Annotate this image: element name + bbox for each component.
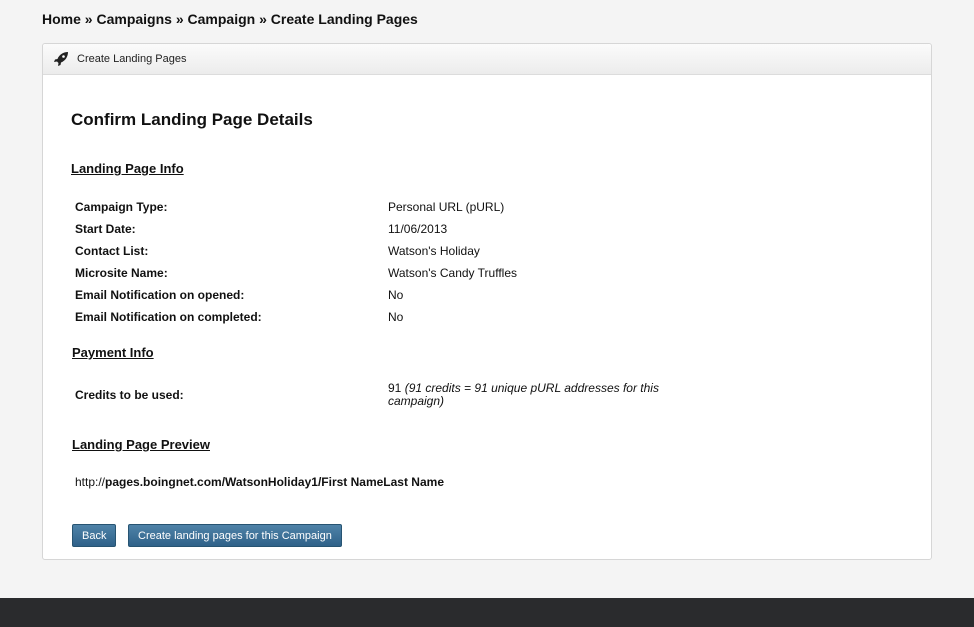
landing-page-info-title: Landing Page Info bbox=[71, 161, 184, 176]
breadcrumb-separator: » bbox=[80, 11, 97, 27]
info-value: No bbox=[388, 288, 404, 302]
rocket-icon bbox=[53, 51, 69, 67]
breadcrumb-separator: » bbox=[171, 11, 188, 27]
breadcrumb-current: Create Landing Pages bbox=[270, 11, 418, 27]
credits-note: (91 credits = 91 unique pURL addresses f… bbox=[388, 381, 659, 408]
info-label: Email Notification on opened: bbox=[75, 288, 245, 302]
create-landing-pages-button[interactable]: Create landing pages for this Campaign bbox=[128, 524, 342, 547]
preview-url-path: pages.boingnet.com/WatsonHoliday1/First … bbox=[105, 475, 444, 489]
page-footer bbox=[0, 598, 974, 627]
panel-header-title: Create Landing Pages bbox=[77, 53, 187, 65]
info-label: Email Notification on completed: bbox=[75, 310, 262, 324]
info-value: No bbox=[388, 310, 404, 324]
breadcrumb: Home » Campaigns » Campaign » Create Lan… bbox=[42, 11, 418, 27]
breadcrumb-campaigns[interactable]: Campaigns bbox=[96, 11, 171, 27]
info-value: Personal URL (pURL) bbox=[388, 200, 505, 214]
breadcrumb-home[interactable]: Home bbox=[42, 11, 81, 27]
credits-label: Credits to be used: bbox=[75, 388, 184, 402]
info-label: Contact List: bbox=[75, 244, 149, 258]
breadcrumb-separator: » bbox=[255, 11, 271, 27]
info-value: Watson's Candy Truffles bbox=[388, 266, 518, 280]
breadcrumb-campaign[interactable]: Campaign bbox=[188, 11, 256, 27]
back-button[interactable]: Back bbox=[72, 524, 117, 547]
credits-count: 91 bbox=[388, 381, 402, 395]
page-title: Confirm Landing Page Details bbox=[71, 110, 313, 129]
preview-url: http://pages.boingnet.com/WatsonHoliday1… bbox=[75, 475, 444, 489]
preview-url-prefix: http:// bbox=[75, 475, 106, 489]
panel-header: Create Landing Pages bbox=[43, 44, 931, 75]
payment-info-title: Payment Info bbox=[72, 345, 154, 360]
landing-page-preview-title: Landing Page Preview bbox=[72, 437, 210, 452]
info-label: Microsite Name: bbox=[75, 266, 168, 280]
info-value: Watson's Holiday bbox=[388, 244, 480, 258]
credits-value: 91 (91 credits = 91 unique pURL addresse… bbox=[388, 382, 688, 408]
info-label: Campaign Type: bbox=[75, 200, 168, 214]
info-label: Start Date: bbox=[75, 222, 136, 236]
create-landing-pages-panel: Create Landing Pages Confirm Landing Pag… bbox=[42, 43, 932, 560]
info-value: 11/06/2013 bbox=[388, 222, 448, 236]
